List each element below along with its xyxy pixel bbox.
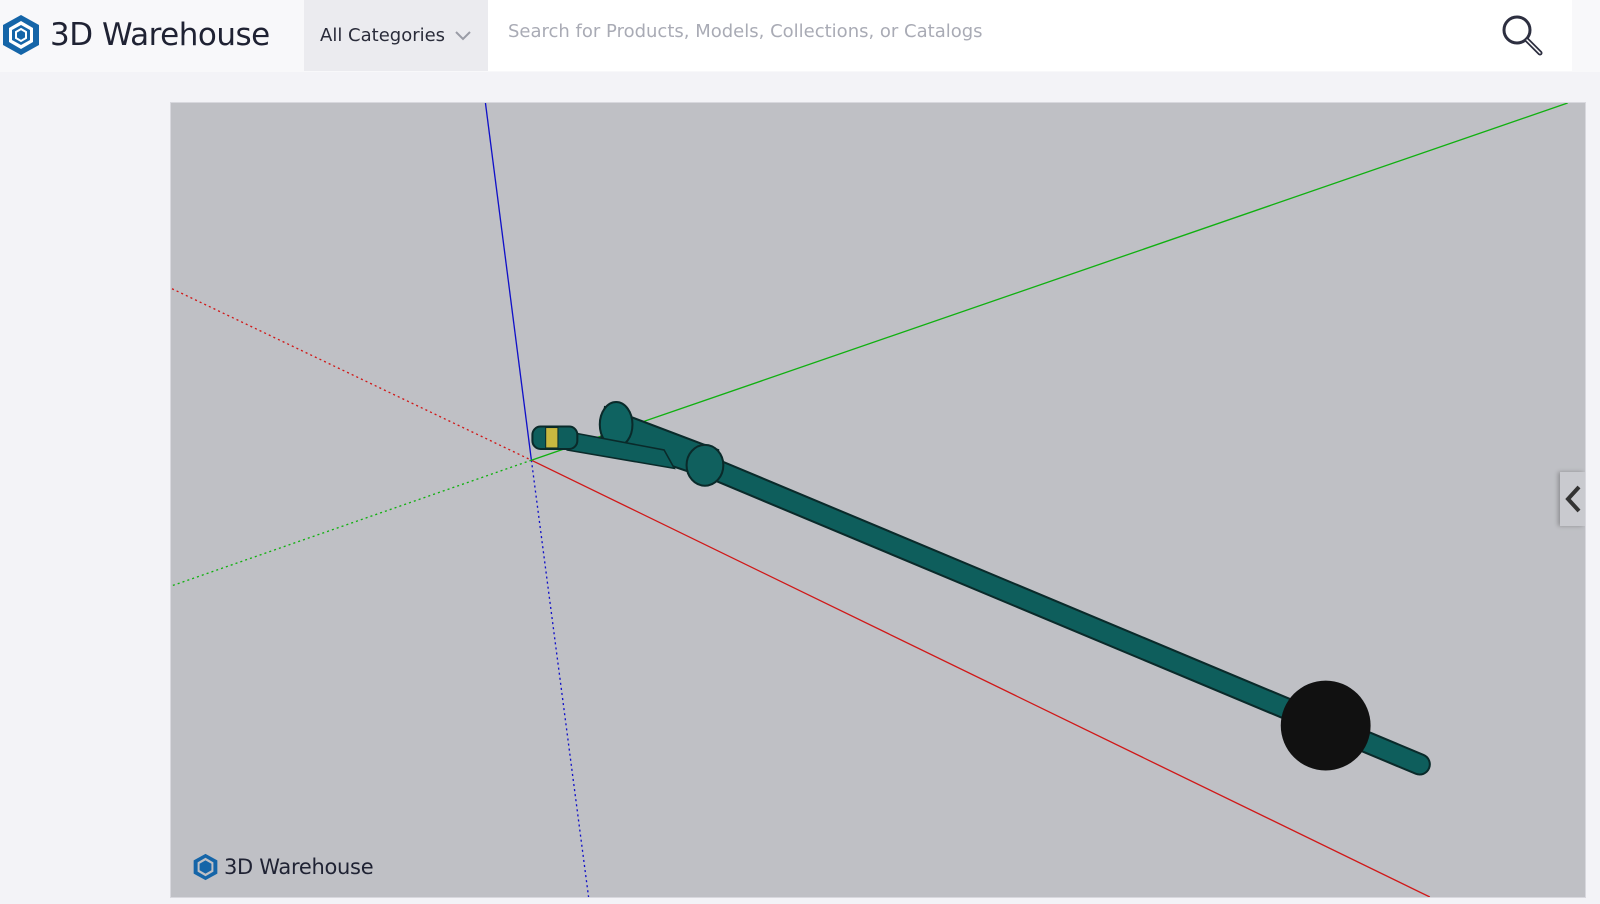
watermark-text: 3D Warehouse [224, 855, 374, 879]
x-axis-positive [531, 459, 1431, 897]
3d-scene [171, 103, 1568, 897]
z-axis-negative [530, 460, 590, 897]
y-axis-negative [171, 459, 532, 587]
top-header: 3D Warehouse All Categories [0, 0, 1600, 72]
chevron-left-icon [1564, 485, 1580, 513]
z-axis-positive [484, 103, 533, 461]
category-label: All Categories [320, 25, 446, 46]
catheter-model [531, 401, 1431, 776]
search-input[interactable] [506, 20, 1470, 43]
panel-toggle-button[interactable] [1560, 472, 1585, 526]
model-viewer-canvas[interactable]: 3D Warehouse [170, 102, 1586, 898]
brand-logo[interactable]: 3D Warehouse [2, 14, 270, 56]
search-button[interactable] [1498, 12, 1546, 60]
search-bar [488, 0, 1572, 71]
viewer-watermark: 3D Warehouse [193, 853, 374, 881]
category-dropdown[interactable]: All Categories [304, 0, 488, 71]
brand-name: 3D Warehouse [50, 17, 270, 53]
warehouse-logo-icon [193, 853, 218, 881]
chevron-down-icon [455, 30, 471, 40]
warehouse-logo-icon [3, 15, 39, 55]
x-axis-negative [171, 288, 532, 461]
y-axis-positive [531, 103, 1568, 461]
search-icon [1502, 15, 1543, 56]
